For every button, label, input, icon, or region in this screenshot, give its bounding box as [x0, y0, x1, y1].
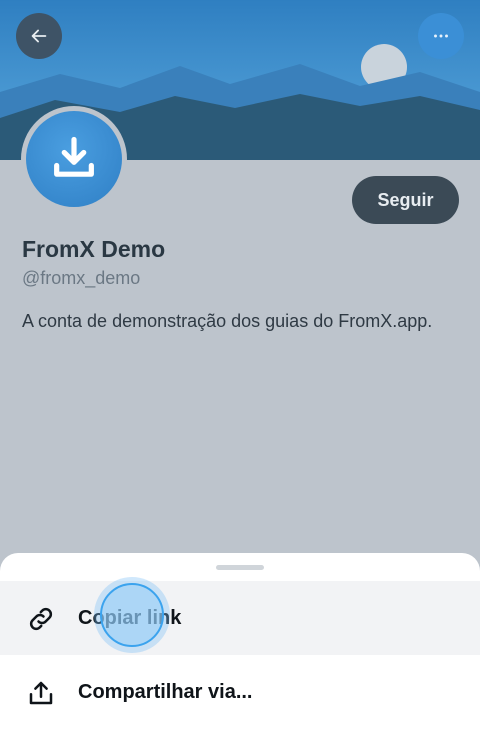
link-icon	[29, 607, 53, 631]
avatar[interactable]	[21, 106, 127, 212]
share-icon	[29, 681, 53, 705]
download-icon	[54, 136, 94, 177]
back-button[interactable]	[16, 13, 62, 59]
menu-item-copy-link[interactable]: Copiar link	[0, 581, 480, 655]
arrow-left-icon	[31, 29, 47, 43]
menu-item-label: Compartilhar via...	[78, 680, 253, 703]
avatar-image	[26, 111, 122, 207]
touch-indicator	[100, 583, 164, 647]
share-bottom-sheet: Copiar link Compartilhar via...	[0, 553, 480, 755]
follow-button[interactable]: Seguir	[352, 176, 459, 224]
profile-bio: A conta de demonstração dos guias do Fro…	[22, 311, 433, 331]
sheet-drag-handle[interactable]	[216, 565, 264, 570]
more-horizontal-icon	[434, 34, 448, 38]
profile-display-name: FromX Demo	[22, 236, 166, 262]
more-options-button[interactable]	[418, 13, 464, 59]
menu-item-share-via[interactable]: Compartilhar via...	[0, 655, 480, 729]
profile-handle: @fromx_demo	[22, 268, 141, 288]
